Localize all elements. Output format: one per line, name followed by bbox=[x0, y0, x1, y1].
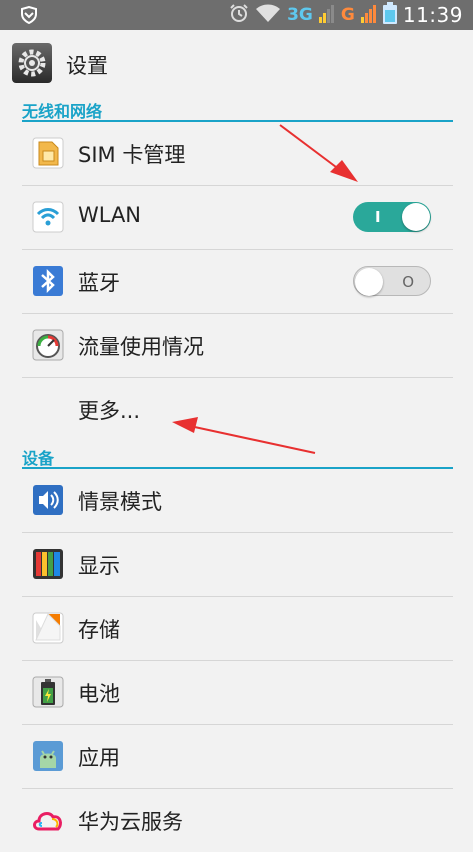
annotation-arrows bbox=[172, 124, 358, 454]
